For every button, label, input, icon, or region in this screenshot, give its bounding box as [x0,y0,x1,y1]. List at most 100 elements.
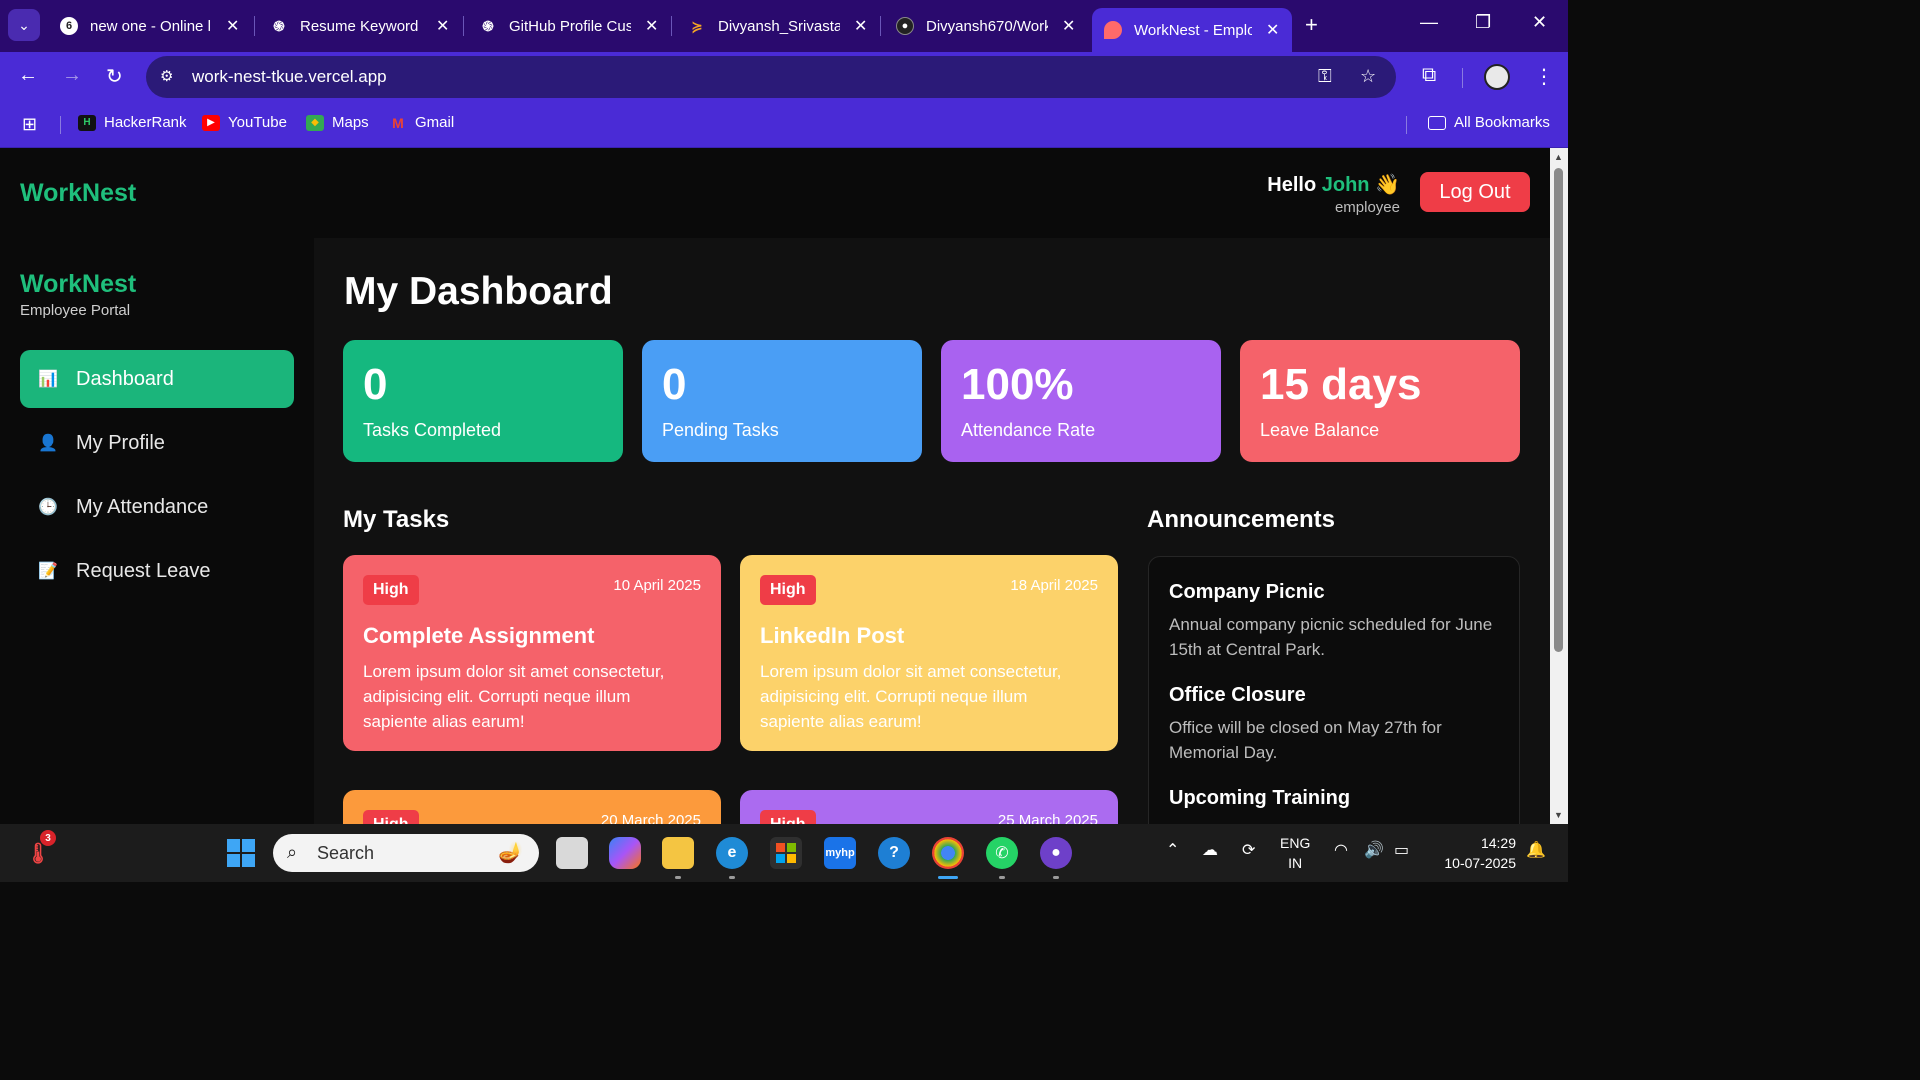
show-hidden-icons-icon[interactable]: ⌃ [1166,840,1179,860]
hackerrank-icon: H [78,114,96,131]
reload-icon[interactable]: ↻ [106,64,123,89]
sidebar-item-profile[interactable]: 👤 My Profile [20,414,294,472]
stat-label: Leave Balance [1260,420,1380,440]
browser-tab[interactable]: ≽ Divyansh_Srivastav ✕ [676,8,879,44]
stat-card-attendance-rate: 100% Attendance Rate [941,340,1221,462]
stat-value: 100% [961,360,1074,409]
myhp-icon[interactable]: myhp [824,837,856,869]
region-code: IN [1288,855,1303,871]
task-view-icon[interactable] [556,837,588,869]
chrome-icon[interactable] [932,837,964,869]
browser-tab[interactable]: ֍ GitHub Profile Cus ✕ [467,8,670,44]
bookmark-star-icon[interactable]: ☆ [1360,66,1376,87]
language-indicator[interactable]: ENG IN [1280,833,1310,873]
active-indicator [938,876,958,879]
whatsapp-icon[interactable]: ✆ [986,837,1018,869]
stat-value: 0 [363,360,388,409]
restore-icon[interactable]: ❐ [1475,12,1491,33]
greeting-text: Hello [1267,174,1317,196]
browser-tab[interactable]: 6 new one - Online l ✕ [48,8,251,44]
file-explorer-icon[interactable] [662,837,694,869]
address-bar[interactable]: ⚙ work-nest-tkue.vercel.app ⚿ ☆ [146,56,1396,98]
scroll-up-icon[interactable]: ▲ [1554,152,1563,162]
forward-icon[interactable]: → [62,64,82,87]
extensions-icon[interactable]: ⧉ [1422,64,1436,87]
task-description: Lorem ipsum dolor sit amet consectetur, … [760,662,1062,731]
logout-button[interactable]: Log Out [1420,172,1530,212]
system-clock[interactable]: 14:29 10-07-2025 [1430,833,1516,873]
all-bookmarks[interactable]: All Bookmarks [1428,114,1550,131]
profile-avatar[interactable] [1484,64,1510,90]
tab-search-button[interactable]: ⌄ [8,9,40,41]
task-card[interactable]: High 25 March 2025 [740,790,1118,824]
running-indicator [999,876,1005,879]
back-icon[interactable]: ← [18,64,38,87]
browser-tab[interactable]: ֍ Resume Keyword C ✕ [258,8,461,44]
github-desktop-icon[interactable]: ● [1040,837,1072,869]
wifi-icon[interactable]: ◠ [1334,840,1348,860]
page-scrollbar[interactable]: ▲ ▼ [1550,148,1568,824]
task-card[interactable]: High 10 April 2025 Complete Assignment L… [343,555,721,751]
sidebar-item-attendance[interactable]: 🕒 My Attendance [20,478,294,536]
close-icon[interactable]: ✕ [645,16,658,36]
announcement-item: Upcoming Training [1169,787,1509,810]
task-card[interactable]: High 20 March 2025 [343,790,721,824]
menu-kebab-icon[interactable]: ⋮ [1534,64,1554,89]
bookmark-divider [1406,116,1407,134]
stat-card-leave-balance: 15 days Leave Balance [1240,340,1520,462]
site-settings-icon[interactable]: ⚙ [160,67,173,85]
minimize-icon[interactable]: — [1420,12,1438,33]
close-icon[interactable]: ✕ [1062,16,1075,36]
user-icon: 👤 [38,435,58,452]
close-icon[interactable]: ✕ [854,16,867,36]
chart-icon: 📊 [38,371,58,388]
scrollbar-thumb[interactable] [1554,168,1563,652]
clock-icon: 🕒 [38,499,58,516]
web-page: WorkNest Hello John 👋 employee Log Out W… [0,148,1550,824]
sidebar-item-label: My Attendance [76,495,209,518]
battery-icon[interactable]: ▭ [1394,840,1409,860]
copilot-icon[interactable] [609,837,641,869]
close-icon[interactable]: ✕ [1266,20,1279,40]
toolbar-divider [1462,68,1463,88]
url-text[interactable]: work-nest-tkue.vercel.app [192,67,387,87]
password-key-icon[interactable]: ⚿ [1318,66,1332,87]
sidebar-item-request-leave[interactable]: 📝 Request Leave [20,542,294,600]
onedrive-icon[interactable]: ☁ [1202,840,1218,860]
sidebar-item-dashboard[interactable]: 📊 Dashboard [20,350,294,408]
notification-badge: 3 [40,830,56,846]
task-date: 20 March 2025 [600,812,701,824]
volume-icon[interactable]: 🔊 [1364,840,1384,860]
scroll-down-icon[interactable]: ▼ [1554,810,1563,820]
stat-card-pending-tasks: 0 Pending Tasks [642,340,922,462]
sidebar-item-label: Dashboard [76,367,174,390]
bookmark-hackerrank[interactable]: H HackerRank [78,114,187,131]
chatgpt-icon: ֍ [273,17,285,34]
bookmark-maps[interactable]: ◆ Maps [306,114,369,131]
edge-icon[interactable]: e [716,837,748,869]
maps-icon: ◆ [306,114,324,131]
new-tab-icon[interactable]: + [1305,12,1318,38]
bookmark-youtube[interactable]: ▶ YouTube [202,114,287,131]
window-close-icon[interactable]: ✕ [1532,12,1547,33]
help-icon[interactable]: ? [878,837,910,869]
task-description: Lorem ipsum dolor sit amet consectetur, … [363,662,665,731]
stat-card-tasks-completed: 0 Tasks Completed [343,340,623,462]
announcement-text: Annual company picnic scheduled for June… [1169,615,1493,659]
taskbar-search[interactable]: ⌕ Search 🪔 [273,834,539,872]
close-icon[interactable]: ✕ [226,16,239,36]
apps-grid-icon[interactable]: ⊞ [22,114,37,135]
notifications-bell-icon[interactable]: 🔔 [1526,840,1546,860]
windows-start-icon[interactable] [225,837,257,869]
close-icon[interactable]: ✕ [436,16,449,36]
microsoft-store-icon[interactable] [770,837,802,869]
folder-icon [1428,115,1446,130]
announcements-panel: Company Picnic Annual company picnic sch… [1148,556,1520,824]
browser-tab-active[interactable]: WorkNest - Emplo ✕ [1092,8,1292,52]
bookmark-gmail[interactable]: M Gmail [389,114,454,131]
task-card[interactable]: High 18 April 2025 LinkedIn Post Lorem i… [740,555,1118,751]
online-gdb-icon: 6 [60,17,78,35]
header-brand-logo[interactable]: WorkNest [20,179,136,208]
browser-tab[interactable]: ● Divyansh670/Work ✕ [884,8,1087,44]
sync-icon[interactable]: ⟳ [1242,840,1255,860]
